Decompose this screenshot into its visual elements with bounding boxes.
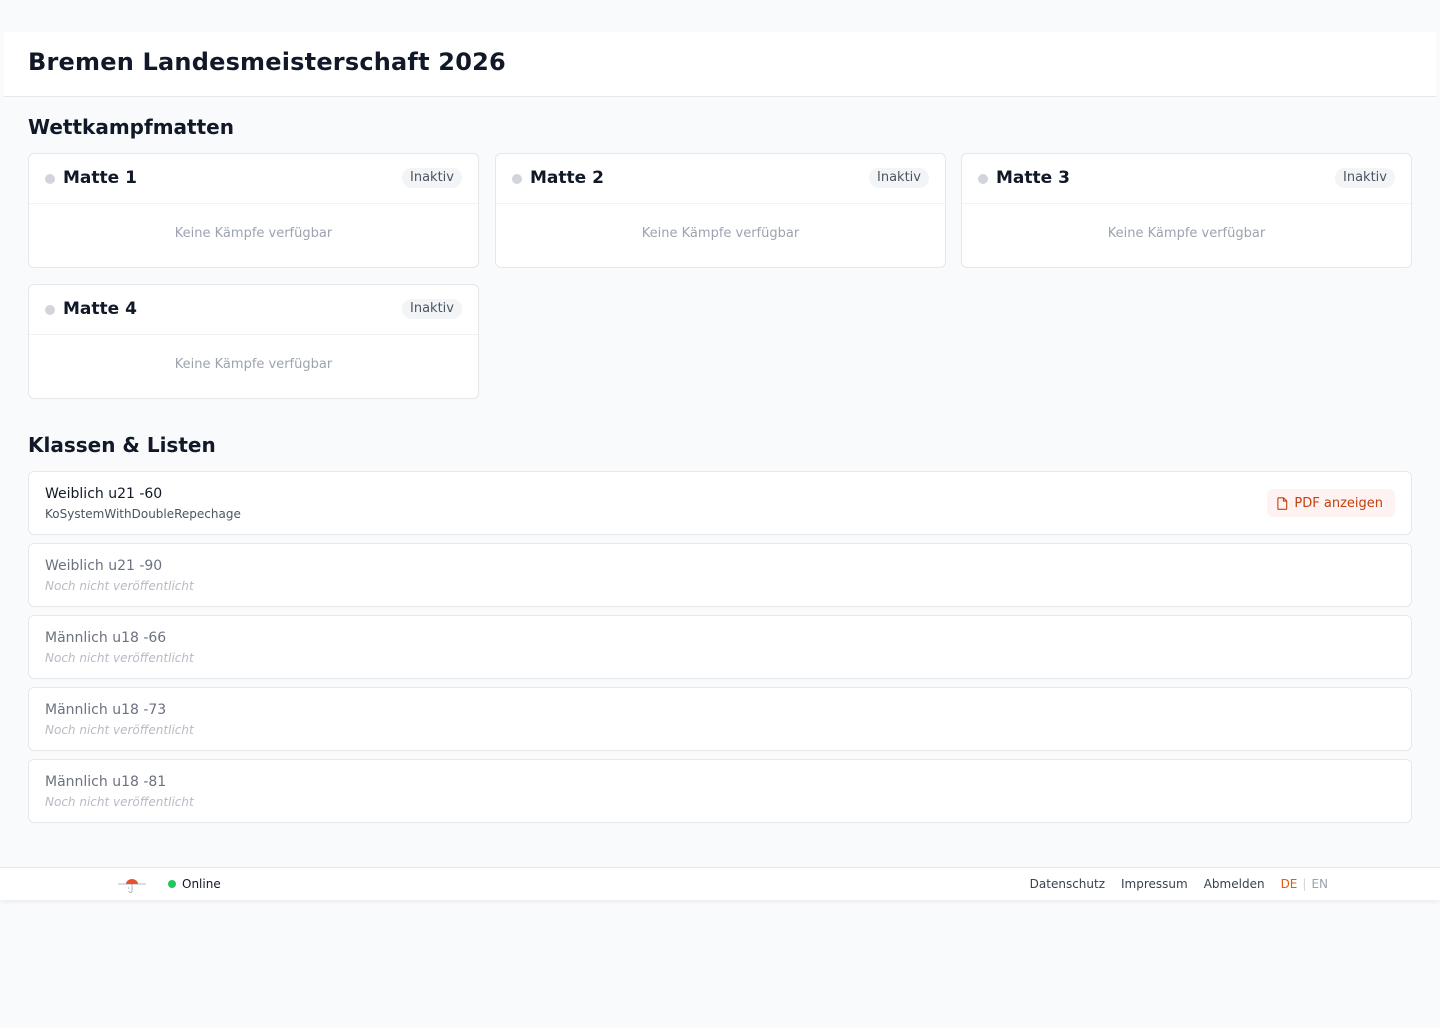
class-unpublished-note: Noch nicht veröffentlicht — [45, 651, 194, 665]
mat-empty-text: Keine Kämpfe verfügbar — [1107, 226, 1266, 241]
page-header: Bremen Landesmeisterschaft 2026 — [4, 32, 1436, 97]
lang-en-option[interactable]: EN — [1311, 877, 1328, 891]
class-row: Männlich u18 -73 Noch nicht veröffentlic… — [28, 687, 1412, 751]
mat-status-dot — [512, 174, 522, 184]
mat-card[interactable]: Matte 1 Inaktiv Keine Kämpfe verfügbar — [28, 153, 479, 268]
class-unpublished-note: Noch nicht veröffentlicht — [45, 795, 194, 809]
mat-status-badge: Inaktiv — [402, 299, 462, 319]
online-status-dot — [168, 880, 176, 888]
class-name: Männlich u18 -66 — [45, 630, 167, 646]
class-row: Weiblich u21 -60 KoSystemWithDoubleRepec… — [28, 471, 1412, 535]
footer: Online Datenschutz Impressum Abmelden DE… — [0, 867, 1440, 900]
class-row: Männlich u18 -81 Noch nicht veröffentlic… — [28, 759, 1412, 823]
mat-name: Matte 1 — [63, 168, 137, 188]
class-name: Männlich u18 -81 — [45, 774, 167, 790]
mat-name: Matte 3 — [996, 168, 1070, 188]
page-title: Bremen Landesmeisterschaft 2026 — [28, 48, 506, 76]
imprint-link[interactable]: Impressum — [1121, 877, 1188, 891]
mat-status-badge: Inaktiv — [869, 168, 929, 188]
mat-name: Matte 2 — [530, 168, 604, 188]
pdf-view-button[interactable]: PDF anzeigen — [1267, 489, 1395, 517]
class-name: Weiblich u21 -90 — [45, 558, 163, 574]
mat-status-badge: Inaktiv — [402, 168, 462, 188]
class-row: Weiblich u21 -90 Noch nicht veröffentlic… — [28, 543, 1412, 607]
classes-list: Weiblich u21 -60 KoSystemWithDoubleRepec… — [28, 471, 1412, 831]
class-system: KoSystemWithDoubleRepechage — [45, 507, 241, 521]
class-name: Weiblich u21 -60 — [45, 486, 163, 502]
mat-status-dot — [978, 174, 988, 184]
mat-card-header: Matte 3 Inaktiv — [962, 154, 1411, 204]
online-status-label: Online — [182, 877, 221, 891]
document-icon — [1277, 496, 1288, 510]
logout-link[interactable]: Abmelden — [1204, 877, 1265, 891]
mat-name: Matte 4 — [63, 299, 137, 319]
mat-status-badge: Inaktiv — [1335, 168, 1395, 188]
mat-empty-text: Keine Kämpfe verfügbar — [641, 226, 800, 241]
language-switcher: DE | EN — [1281, 877, 1328, 891]
mats-section-title: Wettkampfmatten — [28, 115, 234, 139]
privacy-link[interactable]: Datenschutz — [1030, 877, 1105, 891]
pdf-button-label: PDF anzeigen — [1294, 495, 1383, 511]
mat-card-header: Matte 4 Inaktiv — [29, 285, 478, 335]
classes-section-title: Klassen & Listen — [28, 433, 216, 457]
mat-empty-text: Keine Kämpfe verfügbar — [174, 226, 333, 241]
class-unpublished-note: Noch nicht veröffentlicht — [45, 579, 194, 593]
mat-card-header: Matte 2 Inaktiv — [496, 154, 945, 204]
mat-status-dot — [45, 305, 55, 315]
mat-card[interactable]: Matte 2 Inaktiv Keine Kämpfe verfügbar — [495, 153, 946, 268]
class-row: Männlich u18 -66 Noch nicht veröffentlic… — [28, 615, 1412, 679]
mat-status-dot — [45, 174, 55, 184]
mat-card-header: Matte 1 Inaktiv — [29, 154, 478, 204]
mat-empty-text: Keine Kämpfe verfügbar — [174, 357, 333, 372]
mat-card[interactable]: Matte 4 Inaktiv Keine Kämpfe verfügbar — [28, 284, 479, 399]
referee-umbrella-icon — [117, 876, 147, 894]
mat-card[interactable]: Matte 3 Inaktiv Keine Kämpfe verfügbar — [961, 153, 1412, 268]
class-name: Männlich u18 -73 — [45, 702, 167, 718]
lang-separator: | — [1302, 877, 1307, 891]
class-unpublished-note: Noch nicht veröffentlicht — [45, 723, 194, 737]
lang-de-option[interactable]: DE — [1281, 877, 1298, 891]
footer-links: Datenschutz Impressum Abmelden DE | EN — [1014, 877, 1328, 891]
page: Bremen Landesmeisterschaft 2026 Wettkamp… — [0, 0, 1440, 1028]
